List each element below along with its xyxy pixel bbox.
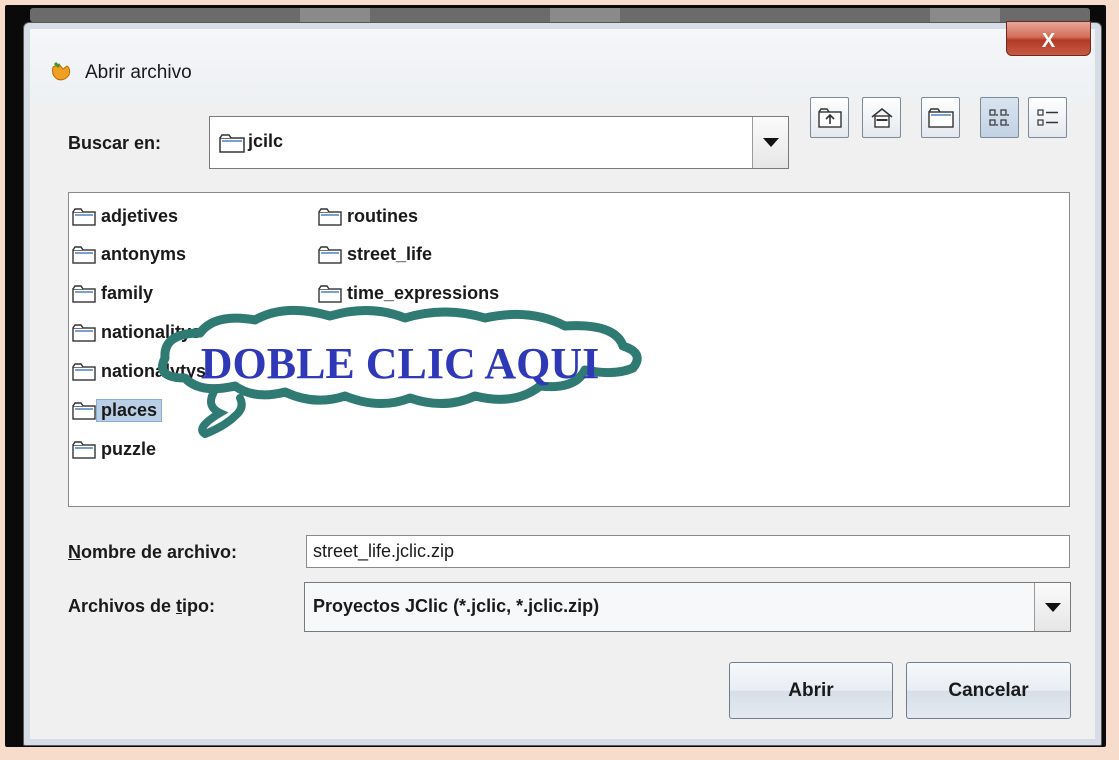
lookin-combo[interactable]: jcilc: [209, 116, 789, 169]
list-item-label: adjetives: [101, 206, 179, 226]
list-item[interactable]: family: [72, 280, 158, 307]
title-bar: Abrir archivo X: [30, 21, 1093, 99]
cancel-button[interactable]: Cancelar: [906, 662, 1071, 719]
filename-label: Nombre de archivo:: [68, 542, 238, 562]
filetype-label: Archivos de tipo:: [68, 596, 216, 616]
folder-icon: [72, 440, 96, 459]
folder-icon: [72, 362, 96, 381]
list-item[interactable]: puzzle: [72, 436, 161, 463]
open-button[interactable]: Abrir: [729, 662, 893, 719]
list-item[interactable]: routines: [318, 203, 423, 230]
list-item-label: puzzle: [101, 439, 157, 459]
list-item[interactable]: nationalitys: [72, 319, 206, 346]
background-window-strip: [30, 8, 1090, 22]
new-folder-icon: [927, 107, 954, 128]
lookin-dropdown-button[interactable]: [752, 117, 788, 168]
details-view-icon: [1036, 108, 1058, 126]
home-icon: [871, 107, 892, 128]
new-folder-button[interactable]: [921, 97, 960, 138]
list-item[interactable]: time_expressions: [318, 280, 504, 307]
file-list[interactable]: adjetives antonyms family nationalitys n…: [68, 192, 1070, 507]
list-item[interactable]: antonyms: [72, 241, 191, 268]
chevron-down-icon: [762, 138, 779, 147]
list-view-icon: [988, 108, 1009, 126]
jclic-app-icon: [52, 61, 71, 81]
list-item[interactable]: street_life: [318, 241, 437, 268]
details-view-button[interactable]: [1028, 97, 1067, 138]
list-item-label: street_life: [347, 244, 433, 264]
filetype-dropdown-button[interactable]: [1034, 583, 1070, 631]
list-item-label: nationalytys: [101, 361, 207, 381]
up-one-level-button[interactable]: [810, 97, 849, 138]
list-item-label: places: [96, 399, 163, 422]
filename-value: street_life.jclic.zip: [313, 541, 455, 561]
chevron-down-icon: [1044, 602, 1061, 612]
close-icon: X: [1041, 30, 1056, 52]
folder-icon: [72, 245, 96, 264]
folder-icon: [318, 207, 342, 226]
list-item-selected[interactable]: places: [72, 397, 163, 424]
lookin-value: jcilc: [248, 131, 284, 151]
up-folder-icon: [817, 107, 842, 128]
filetype-combo[interactable]: Proyectos JClic (*.jclic, *.jclic.zip): [304, 582, 1071, 632]
folder-icon: [72, 207, 96, 226]
filename-input[interactable]: street_life.jclic.zip: [306, 535, 1070, 568]
close-button[interactable]: X: [1006, 21, 1091, 56]
folder-icon: [318, 284, 342, 303]
filetype-value: Proyectos JClic (*.jclic, *.jclic.zip): [313, 596, 600, 616]
list-item-label: nationalitys: [101, 322, 202, 342]
list-item[interactable]: adjetives: [72, 203, 183, 230]
list-item-label: time_expressions: [347, 283, 500, 303]
list-view-button[interactable]: [980, 97, 1019, 138]
list-item-label: routines: [347, 206, 419, 226]
folder-icon: [72, 284, 96, 303]
list-item[interactable]: nationalytys: [72, 358, 211, 385]
lookin-label: Buscar en:: [68, 133, 162, 153]
list-item-label: antonyms: [101, 244, 187, 264]
list-item-label: family: [101, 283, 154, 303]
folder-icon: [72, 323, 96, 342]
home-button[interactable]: [862, 97, 901, 138]
folder-icon: [318, 245, 342, 264]
folder-icon: [219, 134, 245, 153]
dialog-title: Abrir archivo: [85, 62, 192, 83]
folder-icon: [72, 401, 96, 420]
